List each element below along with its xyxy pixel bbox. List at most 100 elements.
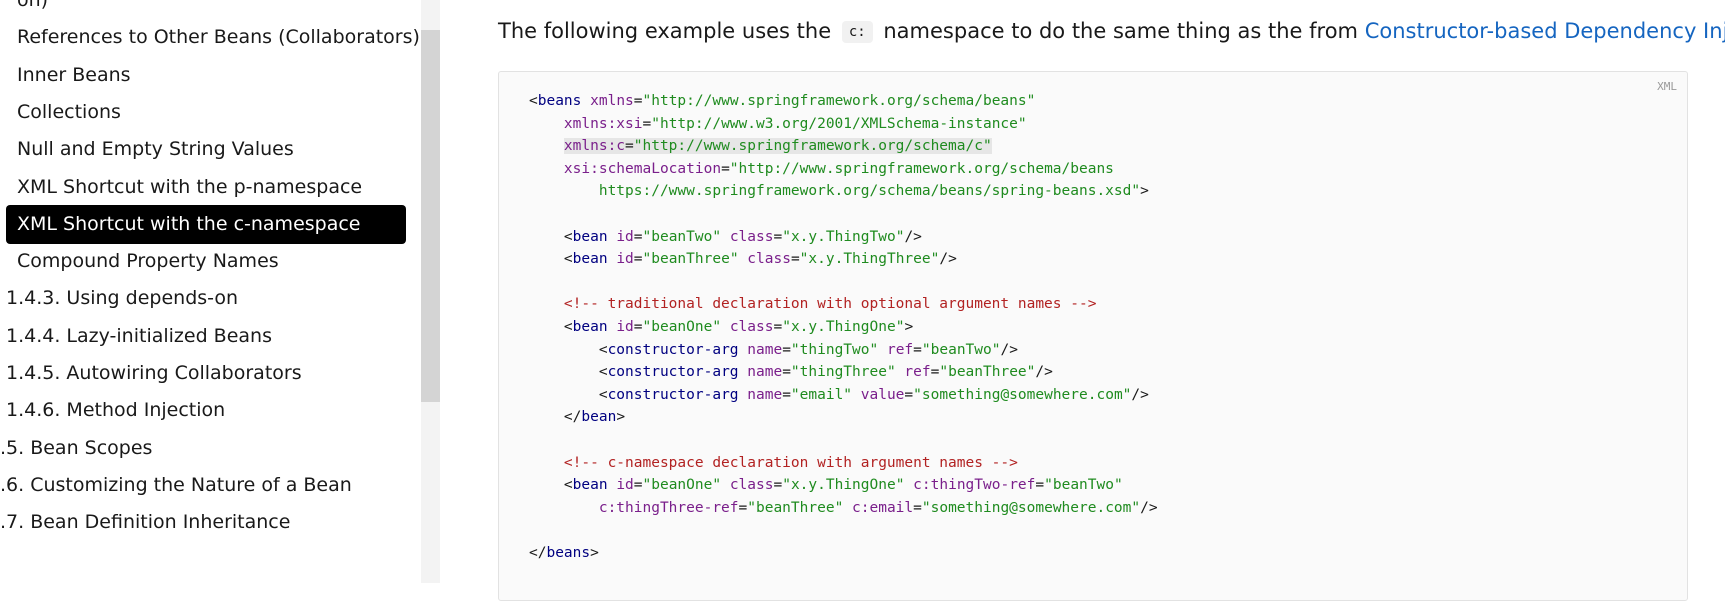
- code-token: bean: [572, 318, 608, 335]
- code-token: =: [782, 386, 791, 403]
- code-token: >: [1140, 183, 1149, 200]
- code-line: <beans xmlns="http://www.springframework…: [529, 90, 1158, 113]
- toc-item[interactable]: XML Shortcut with the p-namespace: [6, 168, 406, 207]
- code-token: <: [529, 251, 573, 268]
- code-token: <: [529, 93, 538, 109]
- code-token: id: [616, 477, 634, 494]
- code-line: </beans>: [529, 542, 1158, 565]
- toc-item[interactable]: References to Other Beans (Collaborators…: [6, 18, 420, 57]
- code-language-label: XML: [1657, 80, 1677, 93]
- code-token: <: [529, 364, 608, 381]
- code-token: beans: [537, 93, 582, 109]
- code-line: <constructor-arg name="thingThree" ref="…: [529, 361, 1158, 384]
- toc-item[interactable]: 1.4.6. Method Injection: [6, 391, 406, 430]
- constructor-di-link[interactable]: Constructor-based Dependency Injection: [1365, 19, 1725, 43]
- code-token: <: [529, 228, 573, 245]
- code-line: <constructor-arg name="thingTwo" ref="be…: [529, 339, 1158, 362]
- toc-item[interactable]: .5. Bean Scopes: [0, 429, 400, 468]
- code-token: =: [913, 341, 922, 358]
- code-token: value: [860, 386, 905, 403]
- code-token: "beanTwo": [642, 228, 722, 245]
- code-token: "http://www.springframework.org/schema/c…: [633, 138, 992, 155]
- code-token: https://www.springframework.org/schema/b…: [598, 183, 1141, 200]
- code-line: <bean id="beanOne" class="x.y.ThingOne" …: [529, 474, 1158, 497]
- code-token: "beanTwo": [1044, 477, 1123, 494]
- toc-item[interactable]: Null and Empty String Values: [6, 130, 406, 169]
- code-line: xsi:schemaLocation="http://www.springfra…: [529, 158, 1158, 181]
- code-token: "something@somewhere.com": [921, 499, 1141, 516]
- sidebar-toc: on) References to Other Beans (Collaborat…: [0, 0, 440, 583]
- code-token: />: [1000, 341, 1018, 358]
- code-token: <: [529, 318, 573, 335]
- inline-code: c:: [841, 21, 873, 43]
- code-token: name: [747, 386, 783, 403]
- code-token: =: [782, 364, 791, 381]
- code-token: beans: [546, 544, 591, 561]
- toc-item[interactable]: on): [6, 0, 406, 20]
- toc-item[interactable]: .7. Bean Definition Inheritance: [0, 503, 400, 542]
- code-token: =: [633, 251, 643, 268]
- toc-item[interactable]: Inner Beans: [6, 56, 406, 95]
- code-token: =: [642, 115, 652, 132]
- code-token: "email": [790, 386, 853, 403]
- code-token: "beanThree": [939, 364, 1036, 381]
- code-token: >: [616, 409, 626, 426]
- code-token: "x.y.ThingThree": [799, 251, 940, 268]
- code-token: constructor-arg: [607, 386, 739, 403]
- code-line: <!-- traditional declaration with option…: [529, 293, 1158, 316]
- intro-paragraph: The following example uses the c: namesp…: [498, 14, 1725, 49]
- code-token: class: [729, 228, 774, 245]
- intro-text-middle: namespace to do the same thing as the fr…: [883, 19, 1359, 43]
- toc-item[interactable]: 1.4.5. Autowiring Collaborators: [6, 354, 406, 393]
- code-token: />: [904, 228, 922, 245]
- code-token: "beanTwo": [921, 341, 1001, 358]
- code-token: =: [625, 138, 634, 155]
- code-token: name: [747, 364, 783, 381]
- toc-item[interactable]: 1.4.4. Lazy-initialized Beans: [6, 317, 406, 356]
- toc-item-active[interactable]: XML Shortcut with the c-namespace: [6, 204, 406, 244]
- code-token: id: [616, 318, 634, 335]
- highlighted-code: xmlns:c="http://www.springframework.org/…: [563, 138, 992, 155]
- code-token: "beanOne": [642, 318, 722, 335]
- toc-item[interactable]: .6. Customizing the Nature of a Bean: [0, 466, 400, 505]
- code-line: xmlns:c="http://www.springframework.org/…: [529, 135, 1158, 158]
- sidebar-scrollbar[interactable]: [421, 0, 440, 583]
- code-token: =: [633, 477, 643, 494]
- code-line: <constructor-arg name="email" value="som…: [529, 384, 1158, 407]
- code-line: xmlns:xsi="http://www.w3.org/2001/XMLSch…: [529, 113, 1158, 136]
- code-token: class: [747, 251, 791, 268]
- code-token: "something@somewhere.com": [913, 386, 1132, 403]
- main-content: The following example uses the c: namesp…: [460, 0, 1725, 601]
- code-token: =: [773, 228, 783, 245]
- code-token: =: [633, 228, 643, 245]
- code-line: <!-- c-namespace declaration with argume…: [529, 452, 1158, 475]
- sidebar-scrollbar-thumb[interactable]: [421, 30, 440, 402]
- code-token: xmlns:xsi: [563, 115, 643, 132]
- toc-item[interactable]: Collections: [6, 93, 406, 132]
- code-token: =: [738, 499, 748, 516]
- code-line: c:thingThree-ref="beanThree" c:email="so…: [529, 497, 1158, 520]
- code-block: XML <beans xmlns="http://www.springframe…: [498, 71, 1688, 601]
- code-token: xmlns: [590, 93, 634, 109]
- code-token: xsi:schemaLocation: [563, 160, 722, 177]
- toc-item[interactable]: 1.4.3. Using depends-on: [6, 279, 406, 318]
- code-token: =: [773, 318, 783, 335]
- toc-item[interactable]: Compound Property Names: [6, 242, 406, 281]
- code-token: "thingTwo": [790, 341, 879, 358]
- code-token: />: [939, 251, 957, 268]
- code-token: "x.y.ThingTwo": [782, 228, 905, 245]
